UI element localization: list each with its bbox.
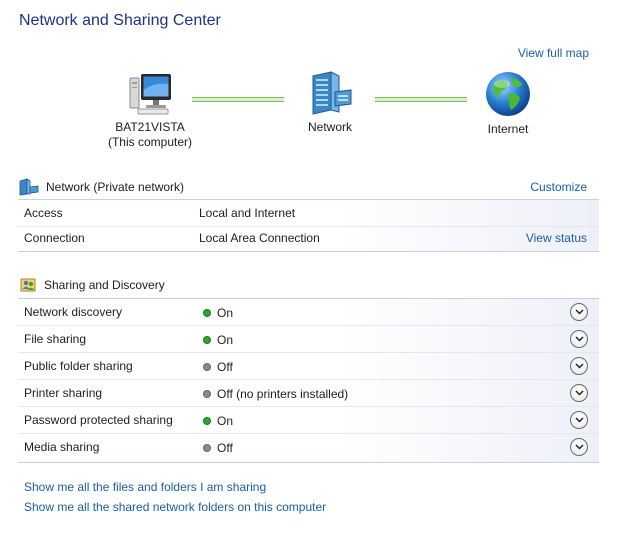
connection-line-network-internet xyxy=(375,97,467,102)
chevron-down-icon xyxy=(574,444,584,450)
status-text: Off xyxy=(217,441,233,455)
network-info-panel: Access Local and Internet Connection Loc… xyxy=(18,199,599,252)
view-full-map-link[interactable]: View full map xyxy=(518,46,589,60)
row-label: Printer sharing xyxy=(24,386,103,400)
chevron-down-icon xyxy=(574,363,584,369)
expand-password-protected-sharing-button[interactable] xyxy=(570,411,588,429)
sharing-row-media-sharing: Media sharing Off xyxy=(18,434,599,460)
row-value: Local Area Connection xyxy=(199,231,320,245)
chevron-down-icon xyxy=(574,390,584,396)
status-on-icon xyxy=(204,310,210,316)
page-title: Network and Sharing Center xyxy=(19,12,221,29)
row-label: Password protected sharing xyxy=(24,413,173,427)
sharing-row-public-folder-sharing: Public folder sharing Off xyxy=(18,353,599,380)
network-small-icon xyxy=(19,178,39,196)
expand-file-sharing-button[interactable] xyxy=(570,330,588,348)
row-label: Connection xyxy=(24,231,85,245)
sharing-row-file-sharing: File sharing On xyxy=(18,326,599,353)
status-indicator: On xyxy=(204,414,233,428)
status-text: Off (no printers installed) xyxy=(217,387,349,401)
computer-icon xyxy=(129,74,171,115)
computer-name: BAT21VISTA xyxy=(115,120,185,134)
row-label: File sharing xyxy=(24,332,87,346)
network-section-title: Network (Private network) xyxy=(46,180,185,194)
row-label: Media sharing xyxy=(24,440,100,454)
network-section-header: Network (Private network) xyxy=(18,178,184,196)
status-on-icon xyxy=(204,418,210,424)
status-indicator: Off (no printers installed) xyxy=(204,387,348,401)
network-icon xyxy=(312,71,352,115)
status-indicator: Off xyxy=(204,441,233,455)
chevron-down-icon xyxy=(574,417,584,423)
status-text: On xyxy=(217,414,234,428)
status-text: On xyxy=(217,306,234,320)
sharing-section-header: Sharing and Discovery xyxy=(20,277,165,293)
status-text: Off xyxy=(217,360,233,374)
expand-printer-sharing-button[interactable] xyxy=(570,384,588,402)
connection-line-computer-network xyxy=(192,97,284,102)
sharing-section-title: Sharing and Discovery xyxy=(44,278,165,292)
network-name: Network xyxy=(307,120,352,134)
expand-public-folder-sharing-button[interactable] xyxy=(570,357,588,375)
status-indicator: On xyxy=(204,333,233,347)
status-off-icon xyxy=(204,445,210,451)
internet-name: Internet xyxy=(487,122,529,136)
expand-media-sharing-button[interactable] xyxy=(570,438,588,456)
sharing-row-printer-sharing: Printer sharing Off (no printers install… xyxy=(18,380,599,407)
map-node-network[interactable]: Network xyxy=(290,70,370,135)
expand-network-discovery-button[interactable] xyxy=(570,303,588,321)
network-row-access: Access Local and Internet xyxy=(18,200,599,227)
sharing-row-network-discovery: Network discovery On xyxy=(18,299,599,326)
status-indicator: On xyxy=(204,306,233,320)
status-off-icon xyxy=(204,391,210,397)
row-label: Access xyxy=(24,206,63,220)
network-row-connection: Connection Local Area Connection View st… xyxy=(18,225,599,251)
row-label: Public folder sharing xyxy=(24,359,133,373)
chevron-down-icon xyxy=(574,309,584,315)
row-label: Network discovery xyxy=(24,305,123,319)
status-text: On xyxy=(217,333,234,347)
show-shared-network-folders-link[interactable]: Show me all the shared network folders o… xyxy=(24,500,326,514)
status-indicator: Off xyxy=(204,360,233,374)
map-node-internet[interactable]: Internet xyxy=(468,70,548,137)
show-shared-files-link[interactable]: Show me all the files and folders I am s… xyxy=(24,480,266,494)
chevron-down-icon xyxy=(574,336,584,342)
row-value: Local and Internet xyxy=(199,206,296,220)
status-on-icon xyxy=(204,337,210,343)
globe-icon xyxy=(486,72,530,116)
customize-link[interactable]: Customize xyxy=(530,180,587,194)
sharing-icon xyxy=(20,278,36,292)
sharing-panel: Network discovery On File sharing On Pub… xyxy=(18,298,599,463)
status-off-icon xyxy=(204,364,210,370)
view-status-link[interactable]: View status xyxy=(526,231,587,245)
computer-subtitle: (This computer) xyxy=(107,135,193,149)
map-node-computer[interactable]: BAT21VISTA (This computer) xyxy=(100,70,200,150)
sharing-row-password-protected-sharing: Password protected sharing On xyxy=(18,407,599,434)
